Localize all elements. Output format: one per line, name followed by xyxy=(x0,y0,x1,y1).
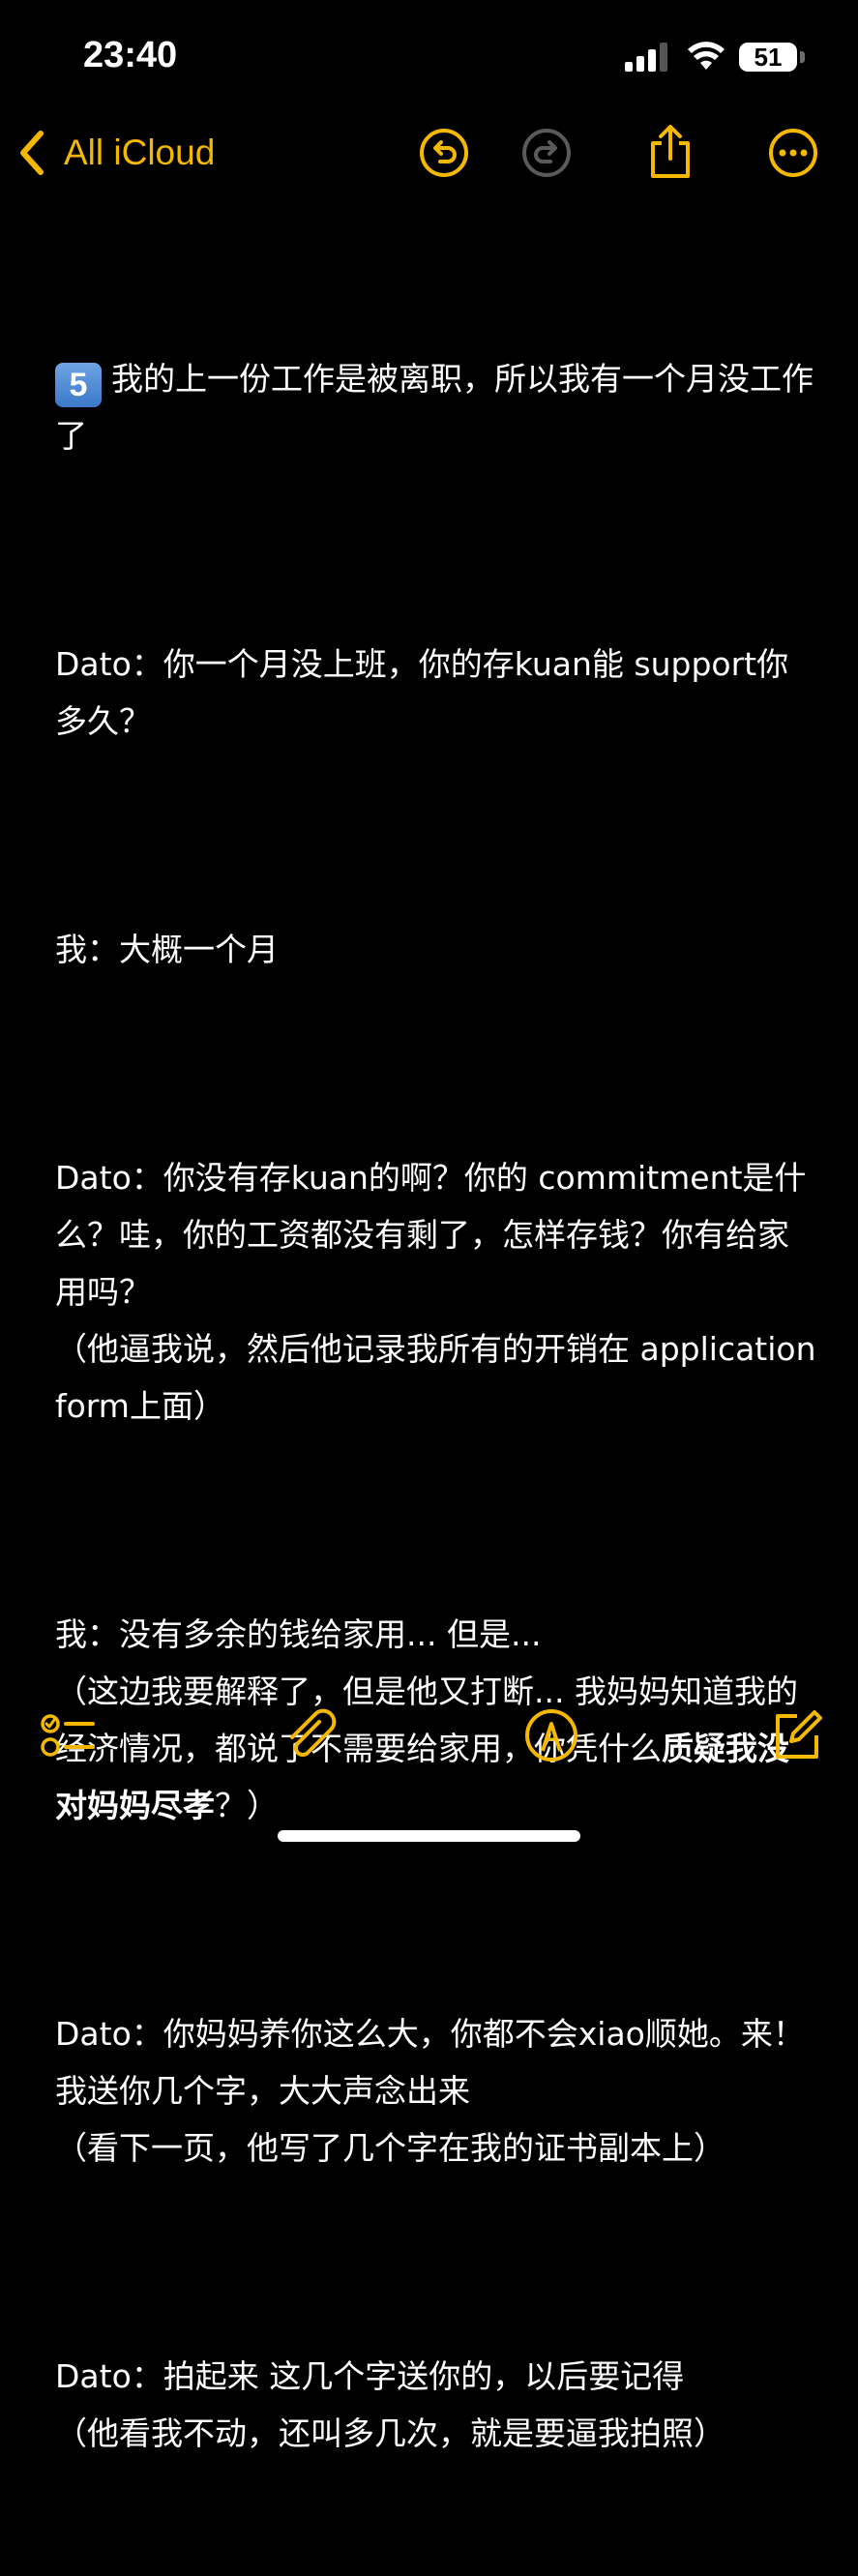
signal-icon xyxy=(625,43,667,72)
keycap-five-icon: 5 xyxy=(55,363,102,407)
note-text: 我：大概一个月 xyxy=(55,931,279,968)
back-label: All iCloud xyxy=(64,133,216,172)
checklist-icon[interactable] xyxy=(39,1706,97,1764)
note-paragraph: Dato：你没有存kuan的啊？你的 commitment是什么？哇，你的工资都… xyxy=(55,1149,819,1435)
compose-icon[interactable] xyxy=(768,1706,826,1764)
battery-cap xyxy=(800,51,805,63)
note-text: Dato：你妈妈养你这么大，你都不会xiao顺她。来！我送你几个字，大大声念出来 xyxy=(55,2015,805,2110)
note-body[interactable]: 5 我的上一份工作是被离职，所以我有一个月没工作了 Dato：你一个月没上班，你的… xyxy=(55,236,819,2452)
note-text: Dato：拍起来 这几个字送你的，以后要记得 xyxy=(55,2357,685,2395)
note-text: （他看我不动，还叫多几次，就是要逼我拍照） xyxy=(55,2414,725,2452)
more-icon[interactable] xyxy=(768,128,818,178)
status-bar: 23:40 51 xyxy=(0,0,858,114)
note-text: 我：没有多余的钱给家用... 但是... xyxy=(55,1615,542,1653)
redo-icon[interactable] xyxy=(521,128,572,178)
attachment-icon[interactable] xyxy=(282,1706,340,1764)
back-button[interactable]: All iCloud xyxy=(17,126,215,180)
markup-icon[interactable] xyxy=(522,1706,580,1764)
note-text: （他逼我说，然后他记录我所有的开销在 application form上面） xyxy=(55,1330,827,1425)
note-paragraph: 我：没有多余的钱给家用... 但是... （这边我要解释了，但是他又打断... 我… xyxy=(55,1606,819,1834)
note-text: （看下一页，他写了几个字在我的证书副本上） xyxy=(55,2129,725,2167)
note-text: 我的上一份工作是被离职，所以我有一个月没工作了 xyxy=(55,360,814,455)
note-paragraph: Dato：你一个月没上班，你的存kuan能 support你多久？ xyxy=(55,636,819,750)
note-paragraph: Dato：你妈妈养你这么大，你都不会xiao顺她。来！我送你几个字，大大声念出来… xyxy=(55,2005,819,2176)
note-text: ？） xyxy=(215,1787,279,1824)
battery-icon: 51 xyxy=(739,43,797,72)
status-time: 23:40 xyxy=(83,35,178,75)
home-indicator[interactable] xyxy=(278,1830,580,1842)
undo-icon[interactable] xyxy=(419,128,469,178)
note-text: Dato：你没有存kuan的啊？你的 commitment是什么？哇，你的工资都… xyxy=(55,1159,807,1311)
chevron-left-icon xyxy=(20,131,44,175)
note-paragraph: 我：大概一个月 xyxy=(55,921,819,978)
note-text: Dato：你一个月没上班，你的存kuan能 support你多久？ xyxy=(55,645,789,740)
note-paragraph: 5 我的上一份工作是被离职，所以我有一个月没工作了 xyxy=(55,350,819,464)
wifi-icon xyxy=(688,42,725,70)
share-icon[interactable] xyxy=(645,124,695,180)
note-paragraph: Dato：拍起来 这几个字送你的，以后要记得 （他看我不动，还叫多几次，就是要逼我… xyxy=(55,2348,819,2462)
